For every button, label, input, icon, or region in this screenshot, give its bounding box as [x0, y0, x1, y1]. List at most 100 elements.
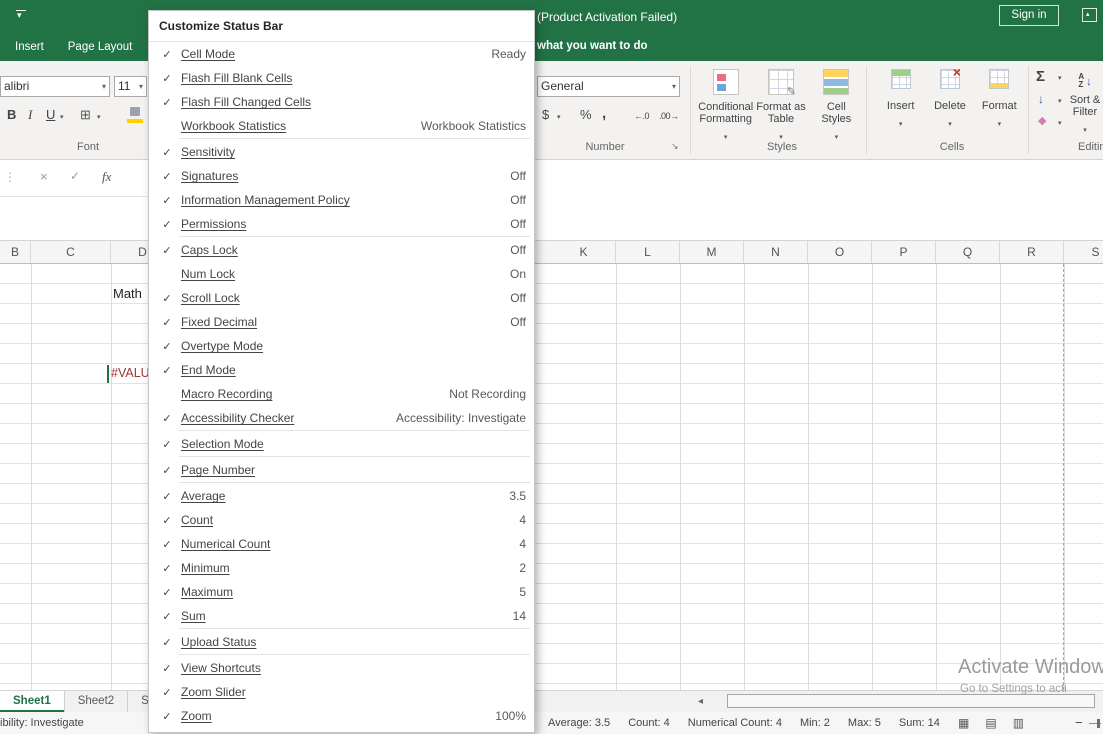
status-option-signatures[interactable]: ✓SignaturesOff — [149, 164, 534, 188]
status-option-scroll-lock[interactable]: ✓Scroll LockOff — [149, 286, 534, 310]
cell-value-error[interactable]: #VALU — [111, 366, 150, 380]
status-option-workbook-statistics[interactable]: Workbook StatisticsWorkbook Statistics — [149, 114, 534, 138]
status-count: Count: 4 — [628, 712, 670, 734]
status-option-upload-status[interactable]: ✓Upload Status — [149, 630, 534, 654]
underline-button[interactable]: U — [46, 107, 55, 122]
bold-button[interactable]: B — [7, 107, 16, 122]
status-option-zoom[interactable]: ✓Zoom100% — [149, 704, 534, 728]
status-option-average[interactable]: ✓Average3.5 — [149, 484, 534, 508]
status-option-macro-recording[interactable]: Macro RecordingNot Recording — [149, 382, 534, 406]
chevron-down-icon[interactable] — [1058, 97, 1062, 105]
status-option-selection-mode[interactable]: ✓Selection Mode — [149, 432, 534, 456]
horizontal-scrollbar-thumb[interactable] — [727, 694, 1095, 708]
menu-item-value: 14 — [513, 609, 534, 623]
zoom-slider-thumb[interactable] — [1097, 719, 1100, 728]
status-option-end-mode[interactable]: ✓End Mode — [149, 358, 534, 382]
page-layout-view-icon[interactable] — [985, 712, 996, 734]
status-accessibility-text: ibility: Investigate — [0, 712, 84, 734]
menu-item-value: 5 — [519, 585, 534, 599]
status-option-num-lock[interactable]: Num LockOn — [149, 262, 534, 286]
status-sum: Sum: 14 — [899, 712, 940, 734]
cell-math[interactable]: Math — [113, 286, 142, 301]
status-option-count[interactable]: ✓Count4 — [149, 508, 534, 532]
column-header-o[interactable]: O — [808, 241, 872, 263]
fill-color-icon[interactable] — [127, 107, 144, 124]
status-option-minimum[interactable]: ✓Minimum2 — [149, 556, 534, 580]
currency-format-button[interactable]: $ — [542, 107, 549, 122]
status-option-flash-fill-blank-cells[interactable]: ✓Flash Fill Blank Cells — [149, 66, 534, 90]
chevron-down-icon[interactable] — [1058, 119, 1062, 127]
column-header-r[interactable]: R — [1000, 241, 1064, 263]
chevron-down-icon — [998, 113, 1002, 121]
chevron-down-icon[interactable] — [557, 113, 561, 121]
status-option-numerical-count[interactable]: ✓Numerical Count4 — [149, 532, 534, 556]
status-option-sensitivity[interactable]: ✓Sensitivity — [149, 140, 534, 164]
fill-down-icon[interactable] — [1038, 92, 1044, 106]
clear-icon[interactable] — [1038, 114, 1046, 127]
column-header-s[interactable]: S — [1064, 241, 1103, 263]
normal-view-icon[interactable] — [958, 712, 969, 734]
zoom-out-icon[interactable] — [1075, 712, 1083, 734]
column-header-m[interactable]: M — [680, 241, 744, 263]
italic-button[interactable]: I — [28, 107, 32, 123]
status-option-sum[interactable]: ✓Sum14 — [149, 604, 534, 628]
menu-item-label: Minimum — [181, 561, 230, 575]
insert-function-icon[interactable]: fx — [102, 169, 111, 185]
sheet-tab-sheet2[interactable]: Sheet2 — [65, 691, 128, 712]
increase-decimal-icon[interactable] — [634, 111, 649, 121]
conditional-formatting-icon — [713, 69, 739, 95]
chevron-down-icon[interactable] — [1058, 74, 1062, 82]
scroll-left-icon[interactable] — [698, 691, 703, 712]
sheet-tab-sheet1[interactable]: Sheet1 — [0, 691, 65, 712]
status-option-view-shortcuts[interactable]: ✓View Shortcuts — [149, 656, 534, 680]
percent-format-button[interactable]: % — [580, 107, 592, 122]
menu-item-label: Numerical Count — [181, 537, 270, 551]
borders-icon[interactable] — [80, 107, 91, 123]
status-option-page-number[interactable]: ✓Page Number — [149, 458, 534, 482]
status-option-maximum[interactable]: ✓Maximum5 — [149, 580, 534, 604]
quick-access-customize-icon[interactable] — [14, 8, 30, 24]
chevron-down-icon[interactable] — [97, 113, 101, 121]
number-dialog-launcher-icon[interactable] — [671, 141, 679, 152]
column-header-k[interactable]: K — [552, 241, 616, 263]
status-option-fixed-decimal[interactable]: ✓Fixed DecimalOff — [149, 310, 534, 334]
column-header-l[interactable]: L — [616, 241, 680, 263]
menu-item-value: Accessibility: Investigate — [396, 411, 534, 425]
ribbon-tab-page-layout[interactable]: Page Layout — [68, 41, 133, 53]
column-header-c[interactable]: C — [31, 241, 111, 263]
tell-me-box[interactable]: what you want to do — [537, 40, 648, 52]
checkmark-icon: ✓ — [157, 438, 177, 451]
checkmark-icon: ✓ — [157, 170, 177, 183]
status-option-caps-lock[interactable]: ✓Caps LockOff — [149, 238, 534, 262]
drag-handle-icon[interactable] — [4, 170, 16, 184]
status-option-information-management-policy[interactable]: ✓Information Management PolicyOff — [149, 188, 534, 212]
column-header-n[interactable]: N — [744, 241, 808, 263]
page-break-view-icon[interactable] — [1013, 712, 1024, 734]
font-size-combobox[interactable]: 11 — [114, 76, 147, 97]
column-header-b[interactable]: B — [0, 241, 31, 263]
cancel-icon[interactable]: × — [40, 169, 48, 184]
ribbon-tab-insert[interactable]: Insert — [15, 41, 44, 53]
ribbon-display-options-icon[interactable] — [1082, 8, 1097, 22]
sign-in-button[interactable]: Sign in — [999, 5, 1059, 26]
status-option-flash-fill-changed-cells[interactable]: ✓Flash Fill Changed Cells — [149, 90, 534, 114]
number-format-combobox[interactable]: General — [537, 76, 680, 97]
column-header-q[interactable]: Q — [936, 241, 1000, 263]
sort-filter-button[interactable]: Sort & Filter — [1064, 66, 1103, 127]
decrease-decimal-icon[interactable] — [659, 111, 679, 121]
column-header-p[interactable]: P — [872, 241, 936, 263]
font-name-combobox[interactable]: alibri — [0, 76, 110, 97]
autosum-button[interactable]: Σ — [1036, 68, 1045, 85]
status-option-permissions[interactable]: ✓PermissionsOff — [149, 212, 534, 236]
enter-icon[interactable]: ✓ — [70, 169, 80, 183]
chevron-down-icon[interactable] — [60, 113, 64, 121]
menu-item-value: Off — [510, 315, 534, 329]
status-option-overtype-mode[interactable]: ✓Overtype Mode — [149, 334, 534, 358]
checkmark-icon: ✓ — [157, 538, 177, 551]
comma-format-button[interactable]: , — [602, 105, 606, 122]
view-shortcuts — [958, 712, 1024, 734]
status-option-accessibility-checker[interactable]: ✓Accessibility CheckerAccessibility: Inv… — [149, 406, 534, 430]
status-option-cell-mode[interactable]: ✓Cell ModeReady — [149, 42, 534, 66]
status-option-zoom-slider[interactable]: ✓Zoom Slider — [149, 680, 534, 704]
menu-item-label: Zoom Slider — [181, 685, 246, 699]
